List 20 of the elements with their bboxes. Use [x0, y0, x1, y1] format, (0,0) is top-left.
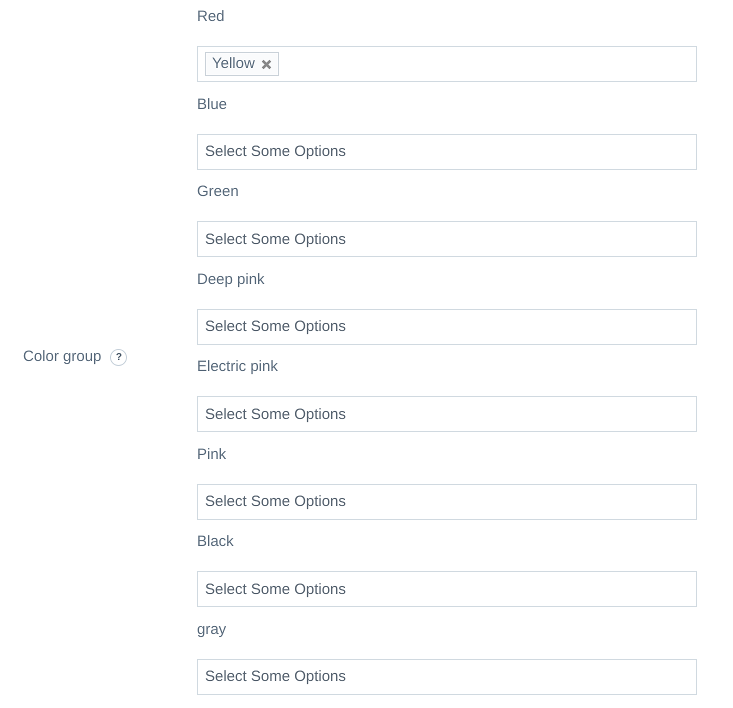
tag-label: Yellow [212, 54, 255, 74]
field-label: gray [197, 620, 228, 640]
multiselect-field[interactable]: Yellow [197, 46, 697, 82]
multiselect-field[interactable]: Select Some Options [197, 221, 697, 257]
field-label: Red [197, 7, 226, 27]
multiselect-field[interactable]: Select Some Options [197, 396, 697, 432]
field-label: Pink [197, 444, 228, 464]
multiselect-field[interactable]: Select Some Options [197, 658, 697, 694]
multiselect-field[interactable]: Select Some Options [197, 484, 697, 520]
field-label: Color group [23, 347, 102, 368]
remove-icon[interactable] [260, 58, 272, 70]
field-label: Blue [197, 94, 228, 114]
field-label: Electric pink [197, 357, 279, 377]
field-label: Green [197, 182, 240, 202]
field-label: Deep pink [197, 270, 266, 290]
multiselect-field[interactable]: Select Some Options [197, 571, 697, 607]
multiselect-field[interactable]: Select Some Options [197, 134, 697, 170]
help-icon[interactable]: ? [110, 349, 128, 366]
field-label: Black [197, 532, 235, 552]
multiselect-field[interactable]: Select Some Options [197, 308, 697, 344]
